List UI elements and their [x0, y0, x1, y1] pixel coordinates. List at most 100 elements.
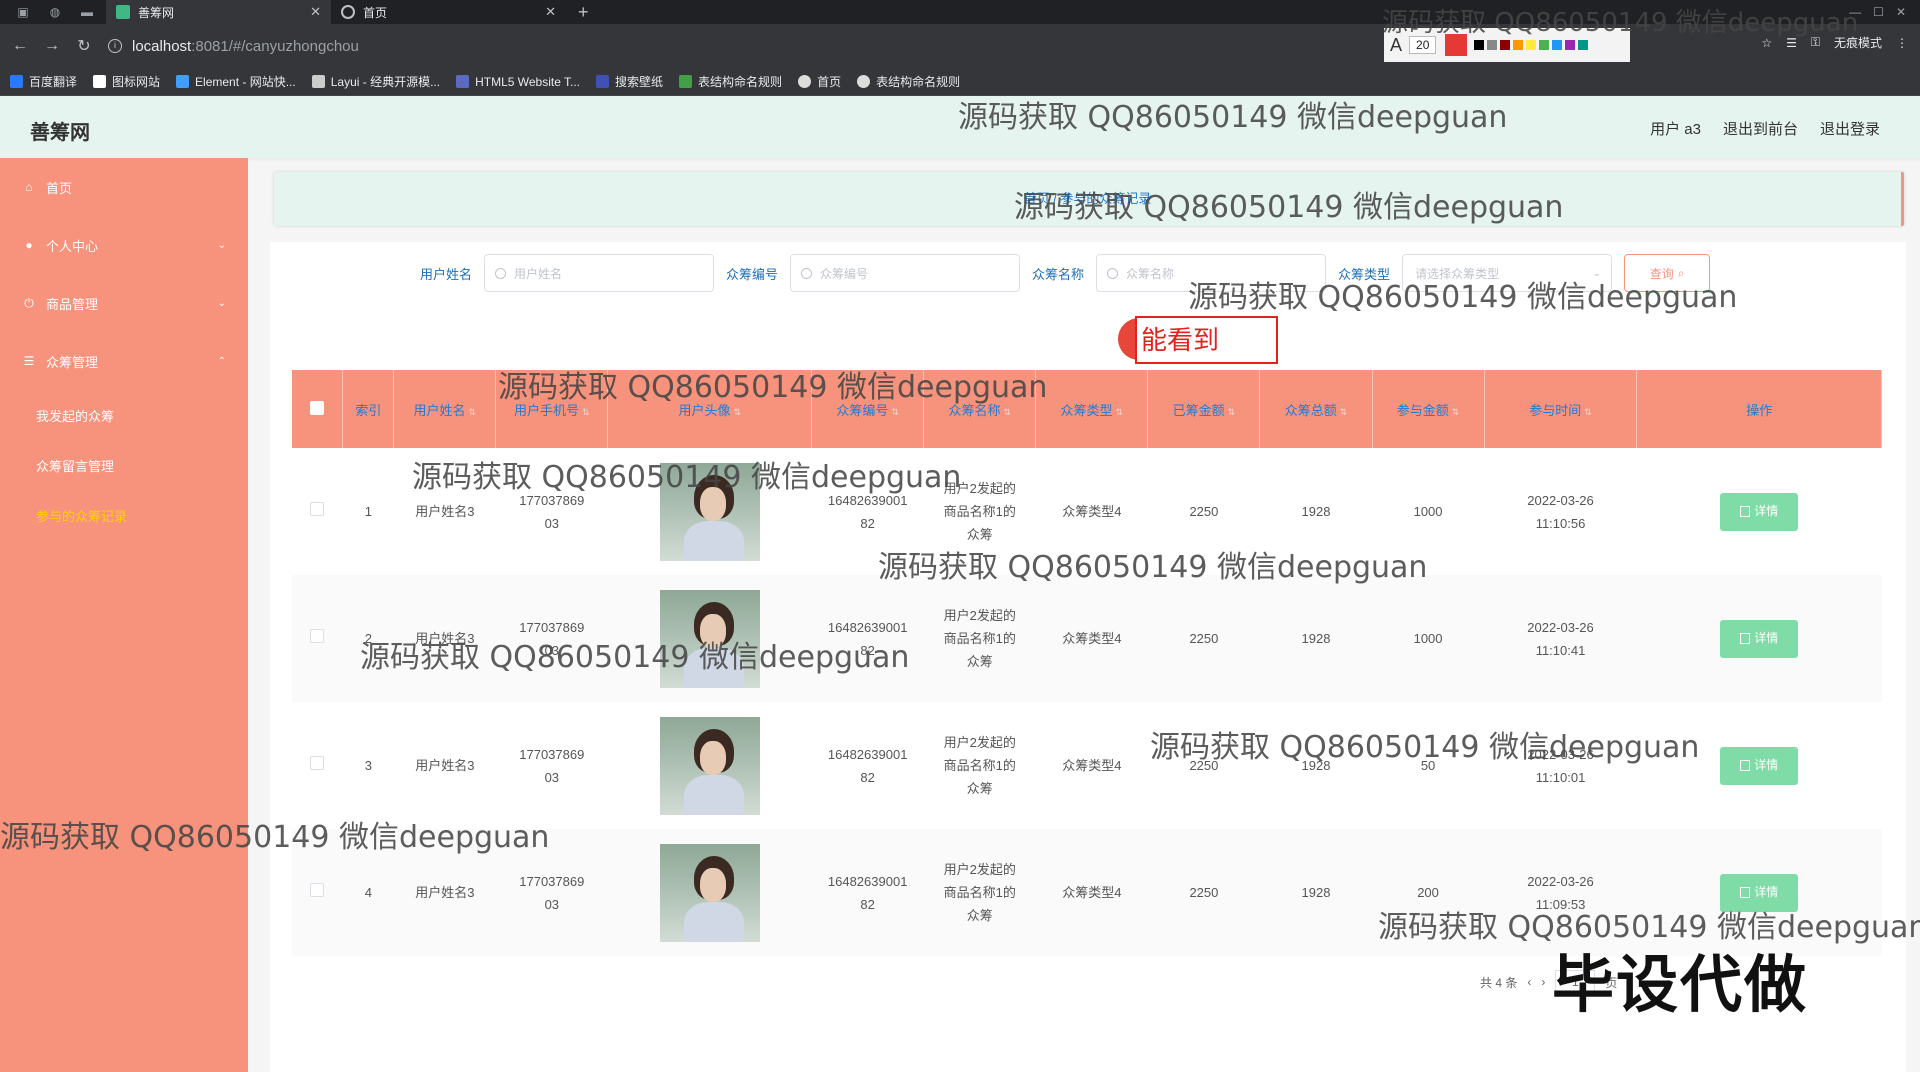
- sort-icon[interactable]: ⇅: [469, 407, 477, 417]
- column-header[interactable]: 已筹金额 ⇅: [1147, 370, 1261, 448]
- sort-icon[interactable]: ⇅: [1003, 407, 1011, 417]
- color-swatch-black[interactable]: [1474, 40, 1485, 50]
- bookmark-item[interactable]: 表结构命名规则: [679, 73, 782, 90]
- site-info-icon[interactable]: i: [108, 39, 122, 53]
- sidebar-subitem-my-crowdfunding[interactable]: 我发起的众筹: [0, 390, 248, 440]
- sort-icon[interactable]: ⇅: [733, 407, 741, 417]
- sidebar-subitem-crowdfunding-messages[interactable]: 众筹留言管理: [0, 440, 248, 490]
- bookmark-item[interactable]: Layui - 经典开源模...: [311, 73, 440, 90]
- url-field[interactable]: i localhost :8081/#/canyuzhongchou: [108, 38, 359, 55]
- sidebar-item-home[interactable]: ⌂ 首页: [0, 158, 248, 216]
- color-swatch-purple[interactable]: [1565, 40, 1576, 50]
- bookmark-item[interactable]: 百度翻译: [10, 73, 77, 90]
- sort-icon[interactable]: ⇅: [1452, 407, 1460, 417]
- bookmark-item[interactable]: 搜索壁纸: [596, 73, 663, 90]
- row-select-cell: [292, 702, 343, 829]
- globe-icon[interactable]: ◍: [46, 5, 64, 19]
- color-swatch-green[interactable]: [1539, 40, 1550, 50]
- sort-icon[interactable]: ⇅: [1116, 407, 1124, 417]
- sort-icon[interactable]: ⇅: [891, 407, 899, 417]
- detail-button[interactable]: 详情: [1720, 746, 1799, 785]
- column-header[interactable]: 参与金额 ⇅: [1372, 370, 1485, 448]
- sidebar-subitem-participation-records[interactable]: 参与的众筹记录: [0, 490, 248, 540]
- sort-icon[interactable]: ⇅: [582, 407, 590, 417]
- bookmark-label: HTML5 Website T...: [475, 74, 581, 89]
- bookmark-favicon-icon: [10, 75, 23, 88]
- watermark-text: 源码获取 QQ86050149 微信deepguan: [1382, 8, 1859, 38]
- url-path: :8081/#/canyuzhongchou: [191, 37, 359, 55]
- row-checkbox[interactable]: [310, 502, 325, 516]
- search-icon: [801, 267, 813, 279]
- next-page-icon[interactable]: ›: [1541, 975, 1545, 989]
- workspace-icon[interactable]: ▣: [14, 5, 32, 19]
- back-icon[interactable]: ←: [4, 37, 36, 55]
- filter-label-title: 众筹名称: [1032, 266, 1085, 282]
- logout-link[interactable]: 退出登录: [1820, 118, 1880, 139]
- close-window-icon[interactable]: ✕: [1896, 5, 1906, 19]
- bookmark-item[interactable]: HTML5 Website T...: [456, 75, 580, 89]
- chevron-down-icon: ⌄: [217, 297, 226, 309]
- exit-to-frontend-link[interactable]: 退出到前台: [1723, 118, 1798, 139]
- browser-tab-inactive[interactable]: 首页 ✕: [331, 0, 566, 24]
- prev-page-icon[interactable]: ‹: [1527, 975, 1531, 989]
- detail-button[interactable]: 详情: [1720, 492, 1799, 531]
- sidebar-item-personal-center[interactable]: ● 个人中心 ⌄: [0, 216, 248, 274]
- current-user-link[interactable]: 用户 a3: [1650, 118, 1701, 139]
- browser-tab-active[interactable]: 善筹网 ✕: [106, 0, 331, 24]
- color-swatch-teal[interactable]: [1578, 40, 1589, 50]
- color-swatch-blue[interactable]: [1552, 40, 1563, 50]
- menu-icon[interactable]: ⋮: [1896, 36, 1908, 50]
- bookmark-label: Element - 网站快...: [195, 75, 296, 89]
- column-header[interactable]: 用户姓名 ⇅: [393, 370, 497, 448]
- row-checkbox[interactable]: [310, 883, 325, 897]
- avatar: [659, 716, 760, 815]
- actions-cell: 详情: [1637, 448, 1882, 575]
- code-cell: 1648263900182: [827, 873, 908, 912]
- brand-title: 善筹网: [30, 122, 90, 144]
- bookmark-item[interactable]: 首页: [798, 73, 841, 90]
- maximize-icon[interactable]: ☐: [1873, 5, 1884, 19]
- sidebar-item-crowdfunding-management[interactable]: ☰ 众筹管理 ⌃: [0, 332, 248, 390]
- column-header: 索引: [342, 370, 395, 448]
- bookmark-item[interactable]: 表结构命名规则: [857, 73, 960, 90]
- code-input[interactable]: 众筹编号: [790, 254, 1021, 292]
- close-tab-icon[interactable]: ✕: [310, 4, 321, 20]
- sidebar-item-label: 首页: [46, 180, 73, 196]
- row-checkbox[interactable]: [310, 629, 325, 643]
- date-text: 2022-03-26: [1527, 873, 1594, 889]
- color-swatch-grey[interactable]: [1487, 40, 1498, 50]
- color-swatch-yellow[interactable]: [1526, 40, 1537, 50]
- column-header-label: 用户姓名: [413, 402, 466, 418]
- sort-icon[interactable]: ⇅: [1228, 407, 1236, 417]
- actions-cell: 详情: [1637, 575, 1882, 702]
- bookmark-item[interactable]: Element - 网站快...: [176, 73, 296, 90]
- tab-strip-icon[interactable]: ▬: [78, 5, 96, 19]
- reload-icon[interactable]: ↻: [68, 36, 100, 56]
- total-cell: 1928: [1301, 885, 1331, 900]
- color-swatch-orange[interactable]: [1513, 40, 1524, 50]
- username-input[interactable]: 用户姓名: [484, 254, 715, 292]
- sort-icon[interactable]: ⇅: [1584, 407, 1592, 417]
- bookmark-item[interactable]: 图标网站: [93, 73, 160, 90]
- column-header[interactable]: 参与时间 ⇅: [1484, 370, 1638, 448]
- filter-label-code: 众筹编号: [726, 266, 779, 282]
- detail-button[interactable]: 详情: [1720, 619, 1799, 658]
- row-checkbox[interactable]: [310, 756, 325, 770]
- sidebar-item-product-management[interactable]: ⏻ 商品管理 ⌄: [0, 274, 248, 332]
- color-swatch-darkred[interactable]: [1500, 40, 1511, 50]
- column-header[interactable]: 众筹总额 ⇅: [1259, 370, 1373, 448]
- username-cell: 用户姓名3: [415, 758, 475, 773]
- search-icon: [495, 267, 507, 279]
- column-header[interactable]: 众筹类型 ⇅: [1035, 370, 1149, 448]
- avatar-cell: [608, 829, 812, 956]
- new-tab-icon[interactable]: +: [578, 2, 589, 23]
- raised-cell: 2250: [1189, 885, 1219, 900]
- sort-icon[interactable]: ⇅: [1340, 407, 1348, 417]
- forward-icon[interactable]: →: [36, 37, 68, 55]
- tab-title: 善筹网: [138, 5, 175, 20]
- close-tab-icon[interactable]: ✕: [545, 4, 556, 20]
- select-all-checkbox[interactable]: [310, 400, 325, 415]
- vue-favicon-icon: [116, 5, 130, 19]
- title-cell: 用户2发起的商品名称1的众筹: [943, 862, 1016, 923]
- list-icon: ☰: [23, 354, 35, 368]
